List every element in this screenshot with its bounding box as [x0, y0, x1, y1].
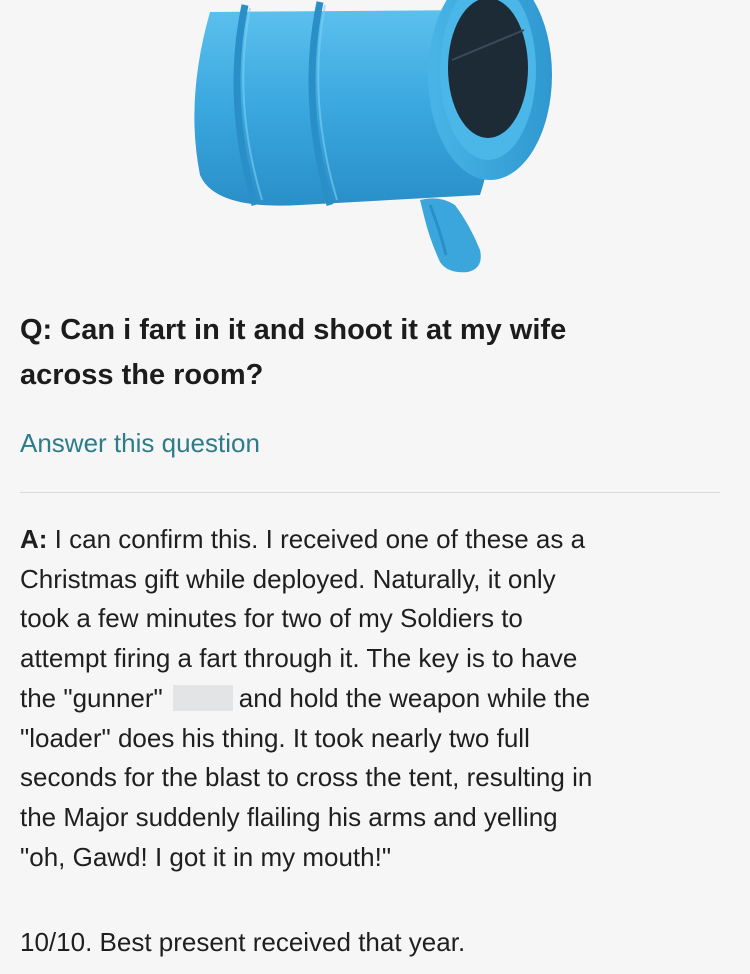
question-line-2: across the room?	[20, 359, 264, 391]
air-cannon-product-image	[194, 0, 552, 273]
answer-line-8: the Major suddenly flailing his arms and…	[20, 801, 558, 832]
answer-line-5b: and hold the weapon while the	[238, 682, 591, 713]
question-line-1: Can i fart in it and shoot it at my wife	[60, 314, 567, 346]
answer-prefix: A:	[20, 524, 48, 554]
answer-line-1: I can confirm this. I received one of th…	[54, 524, 586, 554]
answer-line-6: "loader" does his thing. It took nearly …	[20, 722, 530, 753]
verdict-text: 10/10. Best present received that year.	[20, 927, 466, 957]
answer-text: A: I can confirm this. I received one of…	[20, 520, 735, 877]
answer-this-question-link[interactable]: Answer this question	[20, 425, 260, 461]
answer-line-3: took a few minutes for two of my Soldier…	[20, 603, 523, 634]
question-text: Q: Can i fart in it and shoot it at my w…	[20, 308, 730, 398]
answer-line-9: "oh, Gawd! I got it in my mouth!"	[20, 841, 392, 872]
qa-page: Q: Can i fart in it and shoot it at my w…	[0, 0, 750, 974]
answer-line-5a: the "gunner"	[20, 682, 163, 713]
answer-line-7: seconds for the blast to cross the tent,…	[20, 762, 593, 793]
answer-line-4: attempt firing a fart through it. The ke…	[20, 643, 578, 674]
redacted-box	[172, 684, 233, 711]
question-prefix: Q:	[20, 314, 53, 346]
answer-line-2: Christmas gift while deployed. Naturally…	[20, 563, 556, 594]
divider	[20, 492, 720, 493]
